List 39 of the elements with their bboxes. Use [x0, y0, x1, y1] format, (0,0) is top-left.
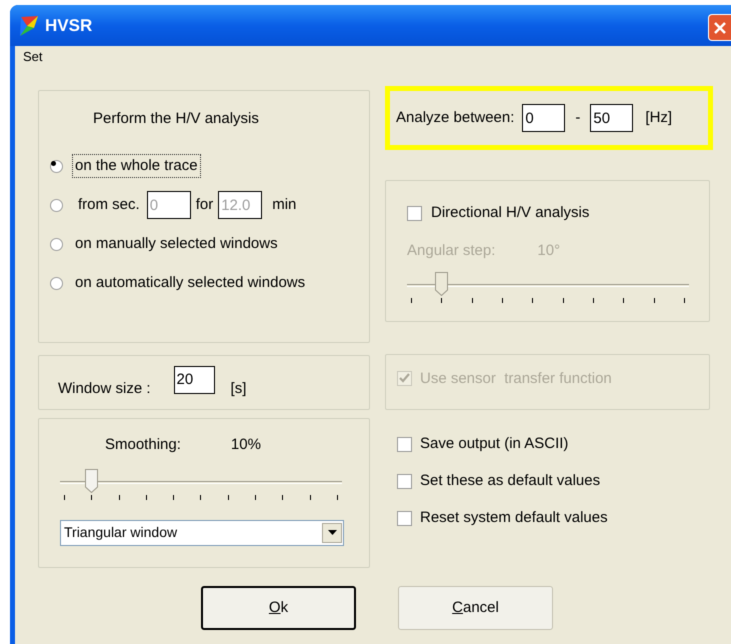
- checkbox[interactable]: [397, 437, 412, 452]
- field-label: for: [196, 194, 214, 215]
- unit-label: min: [272, 194, 296, 215]
- dialog-button[interactable]: Ok: [201, 586, 356, 630]
- field-label: Analyze between:: [396, 108, 514, 128]
- checkbox[interactable]: [397, 474, 412, 489]
- checkbox-label[interactable]: Reset system default values: [420, 507, 608, 530]
- slider-value: 10%: [230, 435, 261, 455]
- frequency-to-field[interactable]: 50: [590, 104, 634, 132]
- checkbox-label[interactable]: Save output (in ASCII): [420, 433, 568, 456]
- window-title: HVSR: [45, 14, 92, 37]
- group-heading: Perform the H/V analysis: [93, 110, 259, 127]
- menu-item[interactable]: Set: [23, 47, 43, 67]
- dialog-button[interactable]: Cancel: [398, 586, 553, 630]
- radio-label[interactable]: on automatically selected windows: [72, 270, 308, 296]
- slider-label: Angular step:: [407, 240, 496, 260]
- slider-thumb[interactable]: [85, 468, 98, 492]
- unit-label: [s]: [230, 379, 246, 400]
- radio-button[interactable]: [50, 238, 63, 250]
- radio-label[interactable]: on manually selected windows: [72, 232, 281, 256]
- radio-label[interactable]: from sec.: [75, 192, 143, 218]
- unit-label: [Hz]: [645, 108, 672, 128]
- radio-button[interactable]: [50, 198, 63, 212]
- checkbox[interactable]: [407, 206, 422, 221]
- range-separator: -: [575, 108, 580, 128]
- window-type-dropdown[interactable]: Triangular window: [60, 520, 344, 546]
- radio-button[interactable]: [50, 160, 63, 172]
- slider-label: Smoothing:: [105, 435, 181, 455]
- frequency-from-field[interactable]: 0: [522, 104, 566, 132]
- field-label: Window size :: [58, 379, 151, 400]
- slider-value: 10°: [537, 240, 560, 260]
- checkbox-label[interactable]: Set these as default values: [420, 470, 600, 493]
- slider-thumb[interactable]: [435, 272, 448, 296]
- radio-label[interactable]: on the whole trace: [72, 154, 201, 178]
- checkbox[interactable]: [397, 511, 412, 526]
- checkbox-label[interactable]: Directional H/V analysis: [431, 202, 590, 224]
- window-size-field[interactable]: 20: [174, 366, 215, 394]
- close-icon[interactable]: [708, 14, 731, 41]
- radio-button[interactable]: [50, 276, 63, 290]
